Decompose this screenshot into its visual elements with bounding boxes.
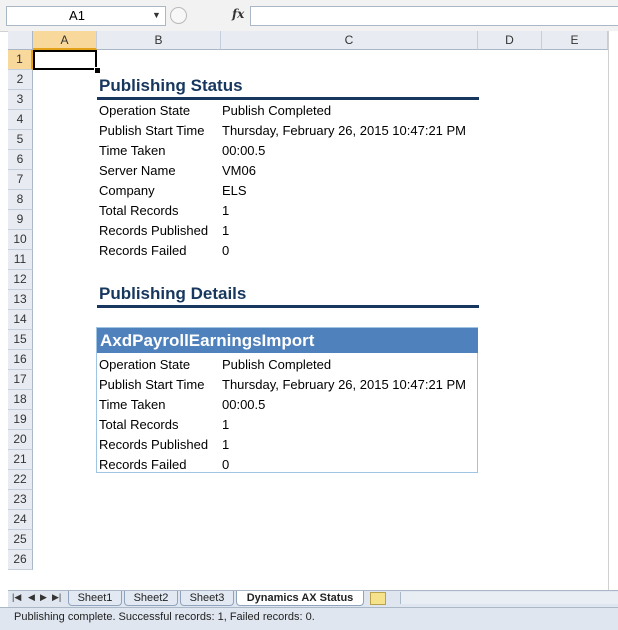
field-value: Thursday, February 26, 2015 10:47:21 PM: [222, 377, 467, 392]
row-header[interactable]: 21: [8, 450, 33, 470]
next-sheet-icon[interactable]: ▶: [40, 592, 47, 603]
field-label: Company: [99, 183, 155, 198]
tab-sheet1[interactable]: Sheet1: [68, 591, 122, 606]
active-cell[interactable]: [33, 50, 97, 70]
select-all-corner[interactable]: [8, 31, 33, 50]
tab-sheet2[interactable]: Sheet2: [124, 591, 178, 606]
name-box-value: A1: [69, 8, 85, 23]
field-value: 1: [222, 203, 230, 218]
field-label: Time Taken: [99, 397, 166, 412]
insert-sheet-icon[interactable]: [370, 592, 386, 605]
name-box[interactable]: A1 ▼: [6, 6, 166, 26]
field-label: Total Records: [99, 417, 179, 432]
row-header[interactable]: 8: [8, 190, 33, 210]
row-header[interactable]: 14: [8, 310, 33, 330]
row-header[interactable]: 10: [8, 230, 33, 250]
row-header[interactable]: 20: [8, 430, 33, 450]
row-header[interactable]: 19: [8, 410, 33, 430]
row-header[interactable]: 26: [8, 550, 33, 570]
row-header[interactable]: 1: [8, 50, 33, 70]
row-header[interactable]: 24: [8, 510, 33, 530]
publishing-status-rule: [97, 97, 479, 100]
row-header[interactable]: 23: [8, 490, 33, 510]
row-header[interactable]: 25: [8, 530, 33, 550]
fill-handle[interactable]: [94, 67, 101, 74]
row-header[interactable]: 16: [8, 350, 33, 370]
column-header-d[interactable]: D: [478, 31, 542, 50]
field-value: VM06: [222, 163, 256, 178]
row-header[interactable]: 12: [8, 270, 33, 290]
row-header[interactable]: 2: [8, 70, 33, 90]
column-header-a[interactable]: A: [33, 31, 97, 50]
field-value: Publish Completed: [222, 357, 332, 372]
field-value: 0: [222, 243, 230, 258]
field-value: 0: [222, 457, 230, 472]
field-label: Operation State: [99, 357, 191, 372]
vertical-scrollbar[interactable]: [608, 31, 618, 590]
field-label: Publish Start Time: [99, 123, 205, 138]
column-header-c[interactable]: C: [221, 31, 478, 50]
last-sheet-icon[interactable]: ▶|: [52, 592, 61, 603]
field-label: Records Failed: [99, 243, 187, 258]
tab-sheet3[interactable]: Sheet3: [180, 591, 234, 606]
row-header[interactable]: 7: [8, 170, 33, 190]
formula-bar-expand-icon[interactable]: [170, 7, 187, 24]
row-header[interactable]: 22: [8, 470, 33, 490]
column-header-e[interactable]: E: [542, 31, 608, 50]
horizontal-scrollbar[interactable]: [400, 592, 618, 604]
publishing-status-heading: Publishing Status: [99, 76, 243, 95]
row-header[interactable]: 5: [8, 130, 33, 150]
row-header[interactable]: 3: [8, 90, 33, 110]
field-value: 00:00.5: [222, 143, 266, 158]
field-value: Publish Completed: [222, 103, 332, 118]
formula-input[interactable]: [250, 6, 618, 26]
details-table-title: AxdPayrollEarningsImport: [100, 331, 315, 350]
field-label: Time Taken: [99, 143, 166, 158]
field-label: Records Published: [99, 437, 209, 452]
row-header[interactable]: 17: [8, 370, 33, 390]
field-label: Publish Start Time: [99, 377, 205, 392]
row-header[interactable]: 11: [8, 250, 33, 270]
row-header[interactable]: 6: [8, 150, 33, 170]
field-label: Total Records: [99, 203, 179, 218]
row-header[interactable]: 18: [8, 390, 33, 410]
field-value: 1: [222, 417, 230, 432]
field-value: ELS: [222, 183, 247, 198]
field-value: 00:00.5: [222, 397, 266, 412]
row-header[interactable]: 15: [8, 330, 33, 350]
publishing-details-rule: [97, 305, 479, 308]
first-sheet-icon[interactable]: |◀: [12, 592, 21, 603]
field-label: Records Published: [99, 223, 209, 238]
tab-dynamics-ax-status[interactable]: Dynamics AX Status: [236, 591, 364, 606]
field-label: Operation State: [99, 103, 191, 118]
field-label: Records Failed: [99, 457, 187, 472]
prev-sheet-icon[interactable]: ◀: [28, 592, 35, 603]
column-header-b[interactable]: B: [97, 31, 221, 50]
field-label: Server Name: [99, 163, 176, 178]
chevron-down-icon[interactable]: ▼: [152, 10, 161, 20]
field-value: 1: [222, 437, 230, 452]
field-value: Thursday, February 26, 2015 10:47:21 PM: [222, 123, 467, 138]
publishing-details-heading: Publishing Details: [99, 284, 247, 303]
row-header[interactable]: 4: [8, 110, 33, 130]
field-value: 1: [222, 223, 230, 238]
insert-function-icon[interactable]: fx: [232, 7, 244, 21]
row-header[interactable]: 13: [8, 290, 33, 310]
status-text: Publishing complete. Successful records:…: [14, 611, 315, 623]
row-header[interactable]: 9: [8, 210, 33, 230]
